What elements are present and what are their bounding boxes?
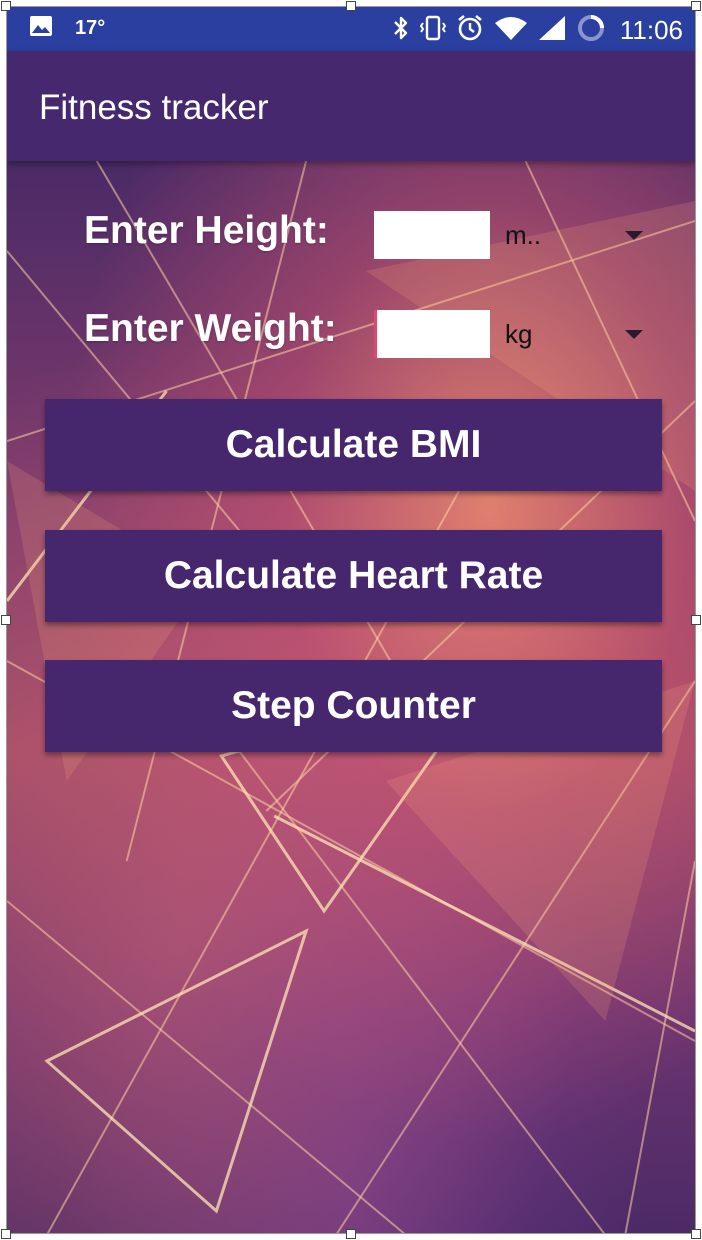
calculate-bmi-button[interactable]: Calculate BMI — [45, 399, 662, 491]
image-icon — [29, 15, 53, 42]
height-unit-spinner[interactable]: m.. — [505, 211, 643, 259]
weight-unit-value: kg — [505, 318, 533, 349]
height-label: Enter Height: — [84, 209, 329, 252]
frame-handle-top-center — [346, 1, 356, 11]
frame-handle-middle-left — [1, 615, 11, 625]
clock-text: 11:06 — [619, 15, 683, 45]
bluetooth-icon — [392, 14, 410, 47]
phone-screen: 17° 11:06 Fitness tracker Enter Height: … — [6, 6, 696, 1234]
weight-unit-dropdown-arrow-icon — [625, 330, 643, 339]
frame-handle-top-right — [691, 1, 701, 11]
main-content: Enter Height: m.. Enter Weight: kg Calcu… — [7, 161, 695, 1233]
height-unit-value: m.. — [505, 219, 542, 250]
weight-input[interactable] — [374, 310, 490, 358]
app-bar: Fitness tracker — [7, 51, 695, 161]
frame-handle-bottom-left — [1, 1229, 11, 1239]
frame-handle-bottom-center — [346, 1229, 356, 1239]
frame-handle-top-left — [1, 1, 11, 11]
weight-unit-spinner[interactable]: kg — [505, 310, 643, 358]
battery-icon — [576, 13, 606, 48]
height-unit-dropdown-arrow-icon — [625, 231, 643, 240]
height-input[interactable] — [374, 211, 490, 259]
weight-label: Enter Weight: — [84, 307, 337, 350]
temperature-text: 17° — [75, 17, 106, 39]
frame-handle-middle-right — [691, 615, 701, 625]
cell-signal-icon — [538, 15, 566, 46]
frame-handle-bottom-right — [691, 1229, 701, 1239]
app-title: Fitness tracker — [39, 88, 269, 127]
wifi-icon — [494, 15, 528, 46]
calculate-heart-rate-button[interactable]: Calculate Heart Rate — [45, 530, 662, 622]
status-right: 11:06 — [392, 13, 683, 48]
vibrate-icon — [419, 14, 447, 47]
step-counter-button[interactable]: Step Counter — [45, 660, 662, 752]
status-bar: 17° 11:06 — [7, 7, 695, 51]
status-left: 17° — [29, 15, 105, 42]
alarm-icon — [456, 14, 484, 47]
